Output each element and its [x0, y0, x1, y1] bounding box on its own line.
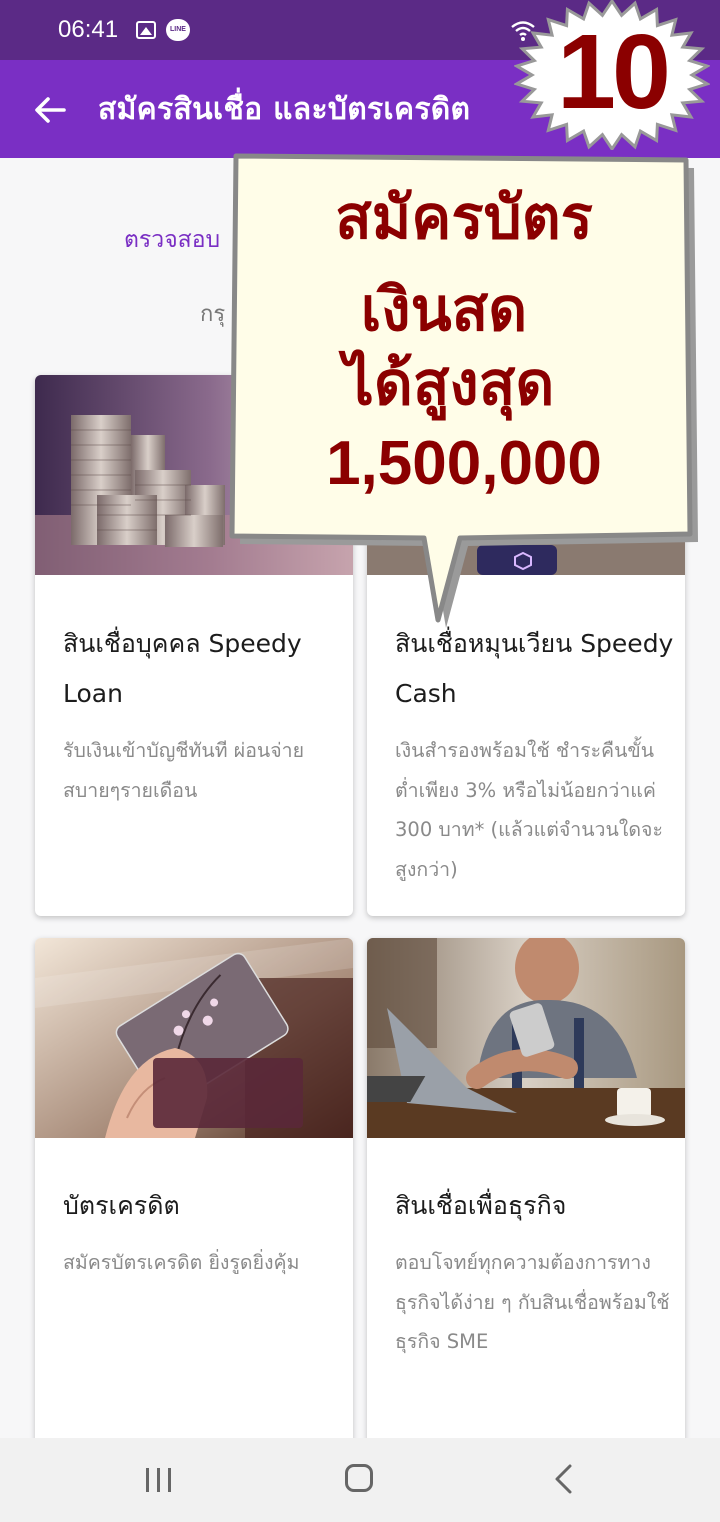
- back-arrow-icon[interactable]: [30, 90, 70, 130]
- card-description: ตอบโจทย์ทุกความต้องการทางธุรกิจได้ง่าย ๆ…: [395, 1251, 670, 1353]
- product-card-credit-card[interactable]: บัตรเครดิต สมัครบัตรเครดิต ยิ่งรูดยิ่งคุ…: [35, 938, 353, 1458]
- home-icon[interactable]: [345, 1464, 373, 1492]
- card-description: รับเงินเข้าบัญชีทันที ผ่อนจ่ายสบายๆรายเด…: [63, 739, 305, 802]
- card-title: บัตรเครดิต: [63, 1191, 180, 1220]
- credit-card-hand-image: [35, 938, 353, 1138]
- check-status-link[interactable]: ตรวจสอบ: [124, 222, 220, 258]
- intro-subtext: กรุ: [200, 302, 226, 327]
- recent-apps-icon[interactable]: [146, 1468, 174, 1492]
- status-time: 06:41: [58, 16, 119, 43]
- page-title: สมัครสินเชื่อ และบัตรเครดิต: [98, 92, 471, 127]
- promo-callout-line-1: สมัครบัตร: [335, 183, 593, 253]
- promo-callout-amount: 1,500,000: [326, 429, 602, 498]
- card-title: สินเชื่อเพื่อธุรกิจ: [395, 1191, 567, 1220]
- card-description: เงินสำรองพร้อมใช้ ชำระคืนขั้นต่ำเพียง 3%…: [395, 739, 663, 881]
- business-owner-image: [367, 938, 685, 1138]
- promo-badge-number: 10: [557, 13, 671, 131]
- product-card-business-loan[interactable]: สินเชื่อเพื่อธุรกิจ ตอบโจทย์ทุกความต้องก…: [367, 938, 685, 1458]
- line-app-icon: LINE: [166, 19, 190, 41]
- system-nav-bar: [0, 1438, 720, 1522]
- gallery-icon: [136, 21, 156, 39]
- back-icon[interactable]: [550, 1463, 578, 1495]
- promo-callout-line-3: ได้สูงสุด: [343, 349, 555, 419]
- card-description: สมัครบัตรเครดิต ยิ่งรูดยิ่งคุ้ม: [63, 1251, 300, 1274]
